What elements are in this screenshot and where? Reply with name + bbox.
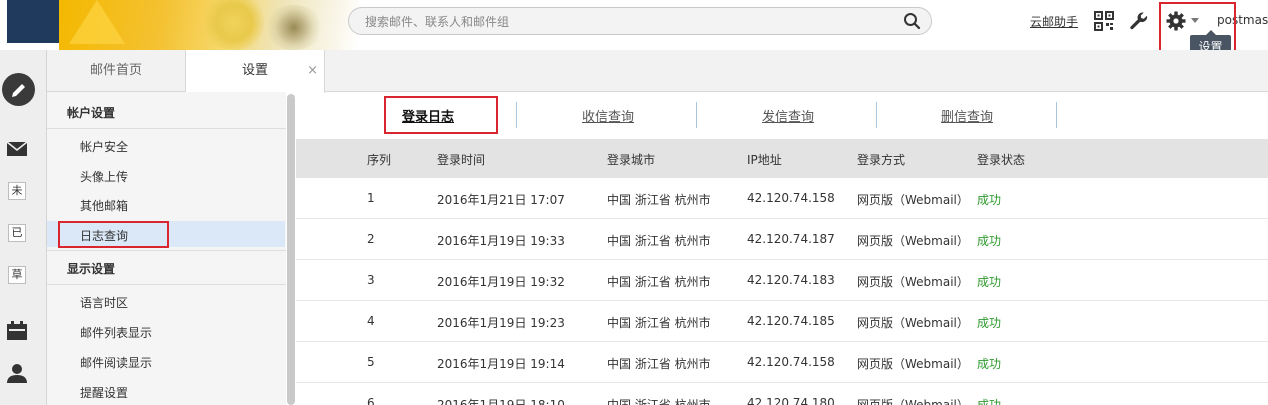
table-row: 4 2016年1月19日 19:23 中国 浙江省 杭州市 42.120.74.… [296, 301, 1268, 342]
cell-index: 2 [367, 232, 375, 246]
table-row: 5 2016年1月19日 19:14 中国 浙江省 杭州市 42.120.74.… [296, 342, 1268, 383]
left-icon-rail: 未 已 草 [0, 50, 47, 405]
column-header-ip: IP地址 [747, 153, 782, 167]
cell-login-time: 2016年1月19日 19:14 [437, 357, 565, 371]
cell-login-method: 网页版（Webmail） [857, 357, 969, 371]
search-icon[interactable] [903, 12, 921, 30]
table-row: 6 2016年1月19日 18:10 中国 浙江省 杭州市 42.120.74.… [296, 383, 1268, 405]
cell-login-status: 成功 [977, 357, 1002, 371]
cell-ip: 42.120.74.185 [747, 314, 835, 328]
menu-item-avatar-upload[interactable]: 头像上传 [80, 168, 128, 185]
divider [1056, 102, 1057, 128]
tab-mail-home[interactable]: 邮件首页 [47, 50, 186, 92]
cell-login-status: 成功 [977, 316, 1002, 330]
column-header-login-status: 登录状态 [977, 153, 1026, 167]
scroll-thumb[interactable] [287, 94, 295, 405]
search-box[interactable] [348, 7, 932, 35]
cell-ip: 42.120.74.183 [747, 273, 835, 287]
wrench-icon[interactable] [1129, 11, 1149, 31]
table-header: 序列 登录时间 登录城市 IP地址 登录方式 登录状态 [296, 139, 1268, 178]
divider [876, 102, 877, 128]
table-row: 3 2016年1月19日 19:32 中国 浙江省 杭州市 42.120.74.… [296, 260, 1268, 301]
menu-section-display: 显示设置 [67, 262, 116, 276]
cell-login-status: 成功 [977, 193, 1002, 207]
tab-settings[interactable]: 设置 × [186, 50, 325, 93]
subtab-receive-query[interactable]: 收信查询 [582, 106, 634, 125]
subtab-send-query[interactable]: 发信查询 [762, 106, 814, 125]
divider [516, 102, 517, 128]
contacts-icon[interactable] [6, 363, 28, 383]
menu-section-account: 帐户设置 [67, 106, 116, 120]
cell-login-time: 2016年1月21日 17:07 [437, 193, 565, 207]
menu-item-mail-list-display[interactable]: 邮件列表显示 [80, 324, 152, 341]
cell-login-city: 中国 浙江省 杭州市 [607, 234, 711, 248]
cloud-mail-helper-link[interactable]: 云邮助手 [1030, 13, 1078, 30]
cell-login-city: 中国 浙江省 杭州市 [607, 275, 711, 289]
unread-filter[interactable]: 未 [8, 182, 26, 200]
login-log-highlight-box [384, 96, 498, 134]
cell-login-status: 成功 [977, 234, 1002, 248]
menu-scrollbar[interactable] [286, 92, 296, 405]
cell-login-status: 成功 [977, 398, 1002, 405]
divider [47, 250, 287, 251]
cell-login-city: 中国 浙江省 杭州市 [607, 398, 711, 405]
menu-item-other-mailboxes[interactable]: 其他邮箱 [80, 197, 128, 214]
cell-login-city: 中国 浙江省 杭州市 [607, 357, 711, 371]
log-query-highlight-box [58, 221, 169, 248]
qr-code-icon[interactable] [1094, 11, 1114, 31]
cell-login-time: 2016年1月19日 19:32 [437, 275, 565, 289]
mail-icon[interactable] [6, 139, 28, 159]
menu-item-reminder-settings[interactable]: 提醒设置 [80, 384, 128, 401]
cell-login-city: 中国 浙江省 杭州市 [607, 316, 711, 330]
cell-login-time: 2016年1月19日 19:33 [437, 234, 565, 248]
read-filter[interactable]: 已 [8, 224, 26, 242]
tab-label: 设置 [241, 63, 268, 78]
divider [47, 128, 287, 129]
cell-login-city: 中国 浙江省 杭州市 [607, 193, 711, 207]
cell-ip: 42.120.74.180 [747, 396, 835, 405]
cell-index: 3 [367, 273, 375, 287]
table-row: 1 2016年1月21日 17:07 中国 浙江省 杭州市 42.120.74.… [296, 178, 1268, 219]
top-bar: 云邮助手 postmaster [0, 0, 1268, 51]
tab-bar: 邮件首页 设置 × [47, 50, 1268, 93]
drafts-filter[interactable]: 草 [8, 266, 26, 284]
cell-login-time: 2016年1月19日 18:10 [437, 398, 565, 405]
calendar-icon[interactable] [6, 321, 28, 341]
column-header-login-city: 登录城市 [607, 153, 656, 167]
header-banner-image [59, 0, 359, 50]
column-header-login-time: 登录时间 [437, 153, 486, 167]
cell-index: 1 [367, 191, 375, 205]
compose-button[interactable] [2, 73, 35, 106]
settings-menu: 帐户设置 帐户安全 头像上传 其他邮箱 日志查询 显示设置 语言时区 邮件列表显… [47, 92, 287, 405]
cell-index: 4 [367, 314, 375, 328]
column-header-index: 序列 [367, 153, 392, 167]
cell-ip: 42.120.74.158 [747, 191, 835, 205]
menu-item-account-security[interactable]: 帐户安全 [80, 138, 128, 155]
compose-pencil-icon [12, 82, 27, 97]
divider [47, 284, 287, 285]
search-input[interactable] [363, 12, 887, 32]
menu-item-language-timezone[interactable]: 语言时区 [80, 294, 128, 311]
cell-login-method: 网页版（Webmail） [857, 193, 969, 207]
cell-index: 5 [367, 355, 375, 369]
divider [696, 102, 697, 128]
tab-label: 邮件首页 [89, 63, 142, 78]
column-header-login-method: 登录方式 [857, 153, 906, 167]
cell-login-status: 成功 [977, 275, 1002, 289]
cell-login-method: 网页版（Webmail） [857, 234, 969, 248]
subtab-delete-query[interactable]: 删信查询 [941, 106, 993, 125]
cell-ip: 42.120.74.158 [747, 355, 835, 369]
cell-login-time: 2016年1月19日 19:23 [437, 316, 565, 330]
cell-login-method: 网页版（Webmail） [857, 316, 969, 330]
cell-login-method: 网页版（Webmail） [857, 398, 969, 405]
close-icon[interactable]: × [307, 50, 318, 92]
cell-index: 6 [367, 396, 375, 405]
logo-mark [7, 0, 59, 43]
table-row: 2 2016年1月19日 19:33 中国 浙江省 杭州市 42.120.74.… [296, 219, 1268, 260]
cell-ip: 42.120.74.187 [747, 232, 835, 246]
cell-login-method: 网页版（Webmail） [857, 275, 969, 289]
menu-item-mail-read-display[interactable]: 邮件阅读显示 [80, 354, 152, 371]
